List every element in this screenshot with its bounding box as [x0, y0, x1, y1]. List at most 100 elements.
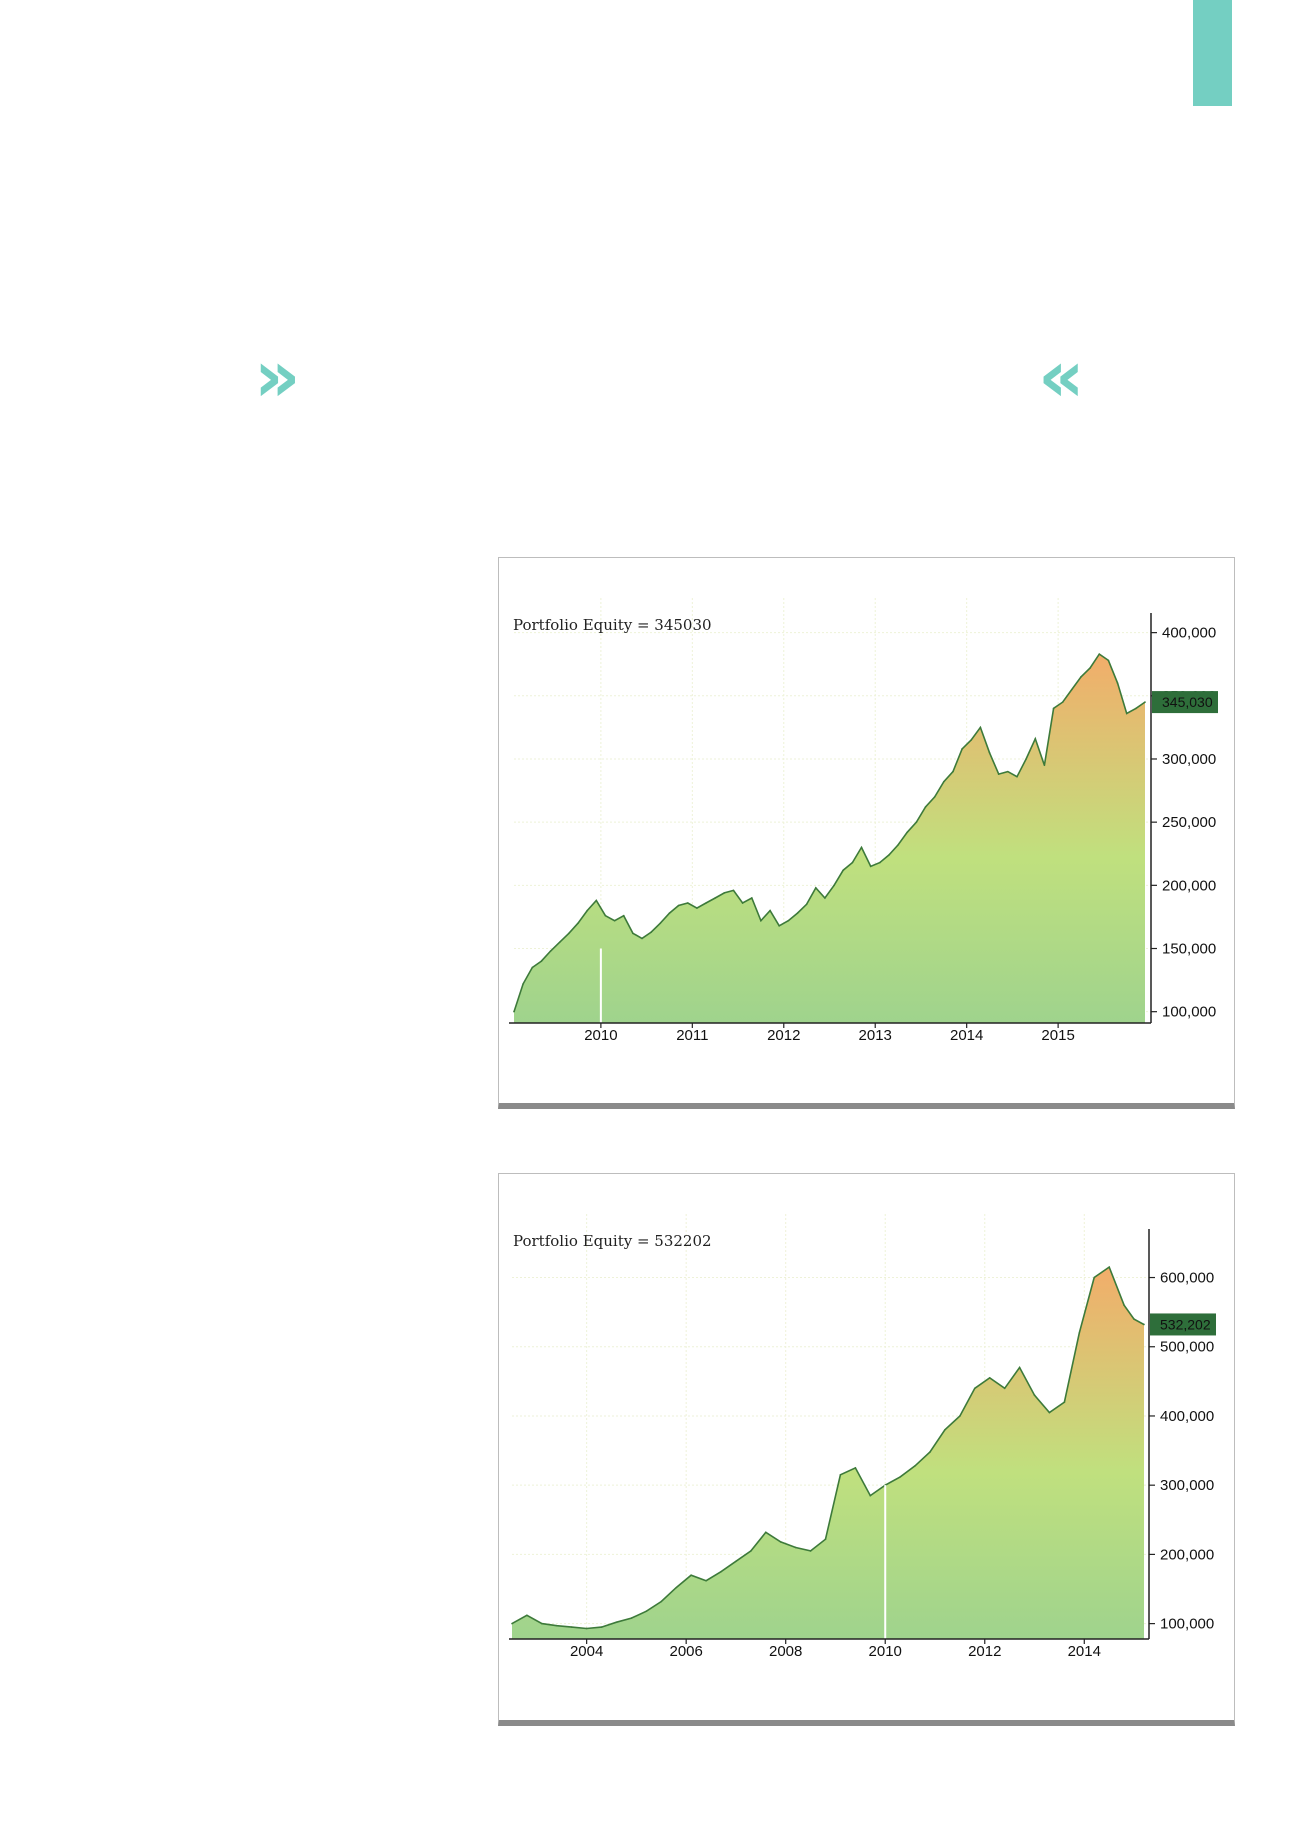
chart-title: Portfolio Equity = 532202	[513, 1232, 712, 1250]
quote-open-icon: »	[254, 334, 301, 418]
data-point	[899, 1476, 901, 1478]
data-point	[851, 861, 854, 864]
chart-title: Portfolio Equity = 345030	[513, 616, 712, 634]
equity-chart-1: 400,000350,000300,000250,000200,000150,0…	[509, 598, 1218, 1044]
data-point	[779, 1541, 782, 1543]
data-point	[714, 897, 716, 899]
data-point	[1144, 701, 1146, 703]
data-point	[549, 950, 552, 952]
last-value-label: 532,202	[1160, 1316, 1211, 1332]
data-point	[842, 869, 845, 871]
x-tick-label: 2014	[950, 1027, 983, 1044]
data-point	[1135, 707, 1137, 710]
x-tick-label: 2012	[968, 1643, 1001, 1660]
data-point	[668, 912, 671, 914]
x-tick-label: 2008	[769, 1643, 802, 1660]
data-point	[511, 1622, 513, 1625]
data-point	[1116, 682, 1119, 684]
data-point	[686, 902, 689, 904]
data-point	[897, 844, 899, 846]
data-point	[577, 922, 579, 925]
equity-area	[512, 1267, 1144, 1639]
data-point	[723, 892, 726, 894]
x-tick-label: 2006	[669, 1643, 702, 1660]
data-point	[735, 1560, 737, 1563]
y-tick-label: 250,000	[1162, 814, 1216, 831]
data-point	[526, 1614, 528, 1617]
data-point	[814, 887, 817, 889]
last-value-label: 345,030	[1162, 694, 1213, 710]
data-point	[675, 1586, 678, 1589]
data-point	[988, 1377, 991, 1379]
data-point	[720, 1570, 722, 1573]
data-point	[1048, 1411, 1051, 1414]
data-point	[997, 773, 1000, 775]
data-point	[513, 1010, 515, 1013]
data-point	[604, 914, 607, 917]
y-tick-label: 300,000	[1162, 751, 1216, 768]
data-point	[741, 902, 744, 904]
data-point	[630, 1617, 633, 1619]
data-point	[1007, 770, 1009, 773]
x-tick-label: 2004	[570, 1643, 603, 1660]
data-point	[705, 1579, 707, 1582]
y-tick-label: 500,000	[1160, 1339, 1214, 1356]
data-point	[869, 865, 872, 868]
equity-chart-2: 600,000 500,000 400,000 300,000 200,000 100,0…	[509, 1214, 1216, 1660]
accent-tab	[1193, 0, 1232, 106]
data-point	[641, 937, 643, 940]
data-point	[959, 1415, 961, 1417]
data-point	[1052, 707, 1055, 710]
data-point	[541, 1622, 543, 1625]
data-point	[645, 1610, 648, 1612]
data-point	[888, 854, 890, 856]
y-tick-label: 300,000	[1160, 1477, 1214, 1494]
data-point	[979, 726, 982, 729]
data-point	[796, 912, 799, 914]
data-point	[833, 884, 835, 887]
data-point	[659, 922, 662, 925]
data-point	[677, 904, 680, 907]
data-point	[869, 1494, 872, 1497]
y-tick-label: 200,000	[1160, 1546, 1214, 1563]
data-point	[1061, 701, 1064, 703]
data-point	[1033, 1394, 1036, 1396]
data-point	[854, 1467, 857, 1469]
data-point	[732, 889, 735, 892]
data-point	[878, 861, 881, 864]
y-tick-label: 400,000	[1160, 1408, 1214, 1425]
data-point	[595, 899, 598, 902]
data-point	[778, 924, 781, 927]
data-point	[944, 1429, 946, 1431]
data-point	[586, 909, 588, 912]
x-tick-label: 2013	[859, 1027, 892, 1044]
data-point	[787, 919, 790, 922]
equity-chart-panel-2: 600,000 500,000 400,000 300,000 200,000 100,0…	[498, 1173, 1235, 1726]
data-point	[1093, 1276, 1096, 1279]
data-point	[933, 796, 936, 798]
y-tick-label: 600,000	[1160, 1270, 1214, 1287]
data-point	[705, 902, 707, 904]
x-tick-label: 2010	[584, 1027, 617, 1044]
data-point	[929, 1451, 931, 1453]
x-tick-label: 2015	[1041, 1027, 1074, 1044]
data-point	[555, 1624, 558, 1627]
equity-area	[514, 654, 1145, 1023]
data-point	[750, 1550, 752, 1552]
data-point	[568, 932, 570, 935]
data-point	[600, 1626, 603, 1628]
data-point	[764, 1531, 767, 1534]
data-point	[988, 751, 991, 754]
data-point	[615, 1621, 618, 1624]
data-point	[1018, 1366, 1021, 1369]
x-tick-label: 2014	[1068, 1643, 1101, 1660]
equity-chart-panel-1: 400,000350,000300,000250,000200,000150,0…	[498, 557, 1235, 1109]
data-point	[750, 897, 753, 899]
last-value-badge: 532,202	[1150, 1313, 1216, 1336]
data-point	[961, 748, 963, 750]
data-point	[1034, 737, 1037, 740]
data-point	[1043, 764, 1046, 767]
data-point	[1108, 1266, 1110, 1268]
data-point	[794, 1546, 797, 1549]
data-point	[805, 903, 808, 906]
